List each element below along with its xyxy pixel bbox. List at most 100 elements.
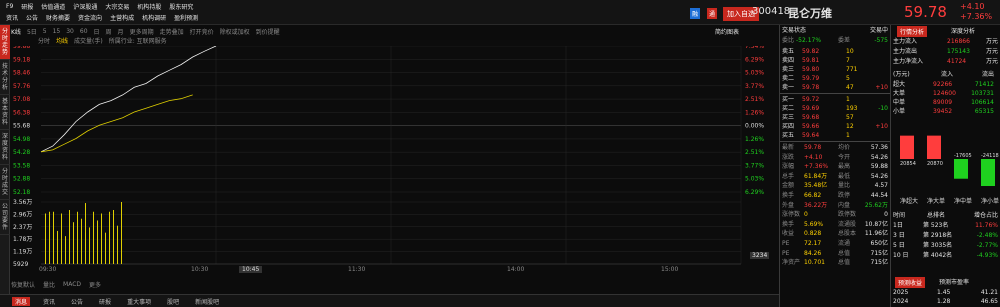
bottom-tab[interactable]: 公告 bbox=[68, 297, 86, 306]
indicator-tab[interactable]: 恢复默认 bbox=[11, 280, 35, 289]
price-tick: 59.88 bbox=[13, 46, 30, 50]
volume-bar bbox=[101, 213, 102, 264]
pct-tick: 0.00% bbox=[745, 123, 764, 130]
volume-bar bbox=[97, 220, 98, 264]
top-menu-item[interactable]: 机构调研 bbox=[142, 13, 166, 22]
webi-row: 委比 -52.17% 委差 -575 bbox=[782, 36, 888, 45]
buy-level: 买二 59.69 193 -10 bbox=[782, 104, 888, 113]
top-menu-item[interactable]: 盈利预测 bbox=[174, 13, 198, 22]
subtoolbar-item[interactable]: 分时 bbox=[38, 36, 50, 45]
top-bar: F9 研报 估值通道 沪深股通 大宗交易 机构持股 股东研究 资讯 公告 财务摘要 资金流向 主营构… bbox=[0, 0, 1000, 25]
flow-value: 175143 bbox=[947, 48, 970, 55]
year: 2024 bbox=[893, 298, 909, 305]
top-menu-item[interactable]: 机构持股 bbox=[137, 2, 161, 11]
toolbar-item[interactable]: 60 bbox=[80, 28, 88, 35]
top-menu-item[interactable]: 估值通道 bbox=[41, 2, 65, 11]
toolbar-item[interactable]: 15 bbox=[53, 28, 61, 35]
toolbar-item[interactable]: 更多周期 bbox=[130, 27, 154, 36]
margin-badge[interactable]: 融 bbox=[690, 8, 701, 19]
ratio: -2.77% bbox=[976, 242, 998, 249]
indicator-tab[interactable]: 量比 bbox=[43, 280, 55, 289]
tab-deep-analysis[interactable]: 深度分析 bbox=[951, 26, 975, 35]
net-flow-bar bbox=[981, 159, 995, 187]
toolbar-item[interactable]: 到价提醒 bbox=[256, 27, 280, 36]
bottom-tab[interactable]: 重大事项 bbox=[124, 297, 154, 306]
price: 59.80 bbox=[802, 66, 820, 73]
toolbar-item[interactable]: 5日 bbox=[27, 27, 37, 36]
stat-label: 总手 bbox=[782, 172, 795, 180]
stat-value: 25.62万 bbox=[864, 201, 888, 209]
intraday-chart[interactable]: 59.88 7.54% 59.18 6.29% 58.46 5.03% 57.76 3.77%… bbox=[11, 46, 776, 274]
top-menu-item[interactable]: 公告 bbox=[26, 13, 38, 22]
eps: 1.28 bbox=[937, 298, 951, 305]
indicator-tab[interactable]: 更多 bbox=[89, 280, 101, 289]
indicator-bar: 恢复默认 量比 MACD 更多 bbox=[11, 280, 101, 289]
toolbar-item[interactable]: 30 bbox=[66, 28, 74, 35]
bottom-tab[interactable]: 股吧 bbox=[164, 297, 182, 306]
toolbar-item[interactable]: 打开竞价 bbox=[190, 27, 214, 36]
time-tick: 09:30 bbox=[39, 266, 57, 273]
flow-row: 主力流入 216866 万元 bbox=[893, 37, 998, 46]
label: 卖四 bbox=[782, 57, 795, 64]
simple-chart-toggle[interactable]: 简约图表 bbox=[715, 27, 739, 36]
tab-market-analysis[interactable]: 行情分析 bbox=[897, 26, 928, 37]
rank: 第 2918名 bbox=[923, 232, 953, 239]
vol-tick: 2.96万 bbox=[13, 211, 32, 218]
bottom-tab[interactable]: 消息 bbox=[12, 296, 31, 306]
top-menu-item[interactable]: 大宗交易 bbox=[105, 2, 129, 11]
toolbar-item[interactable]: 除权或加权 bbox=[220, 27, 250, 36]
period: 1日 bbox=[893, 222, 903, 229]
trade-status: 交易中 bbox=[869, 27, 888, 34]
sidebar-tab[interactable]: 分时成交 bbox=[0, 165, 10, 200]
top-menu-item[interactable]: 股东研究 bbox=[169, 2, 193, 11]
indicator-tab[interactable]: MACD bbox=[63, 281, 81, 288]
toolbar-item[interactable]: 5 bbox=[43, 28, 47, 35]
sidebar-tab[interactable]: 分时走势 bbox=[0, 25, 10, 60]
pct-tick: 2.51% bbox=[745, 96, 764, 103]
toolbar-item[interactable]: 月 bbox=[118, 27, 124, 36]
stat-value: 84.26 bbox=[804, 249, 822, 257]
pct-tick: 3.77% bbox=[745, 162, 764, 169]
toolbar-item[interactable]: 周 bbox=[106, 27, 112, 36]
panel-title: 交易状态 bbox=[782, 27, 807, 34]
sidebar-tab[interactable]: 基本资料 bbox=[0, 95, 10, 130]
stat-label: PE bbox=[782, 249, 790, 257]
top-menu-item[interactable]: F9 bbox=[6, 3, 13, 10]
top-menu-item[interactable]: 资讯 bbox=[6, 13, 18, 22]
top-menu-item[interactable]: 研报 bbox=[21, 2, 33, 11]
volume-bar bbox=[81, 218, 82, 264]
pct-tick: 5.03% bbox=[745, 176, 764, 183]
volume-bar bbox=[77, 211, 78, 264]
connect-badge[interactable]: 通 bbox=[707, 8, 718, 19]
sidebar-tab[interactable]: 技术分析 bbox=[0, 60, 10, 95]
subtoolbar-item[interactable]: 成交量(手) bbox=[74, 36, 103, 45]
subtoolbar-item[interactable]: 所属行业: 互联网服务 bbox=[109, 36, 167, 45]
tab-forecast-eps[interactable]: 预测收益 bbox=[895, 277, 926, 288]
subtoolbar-item[interactable]: 均线 bbox=[56, 36, 68, 45]
toolbar-item[interactable]: 日 bbox=[94, 27, 100, 36]
forecast-row: 2025 1.45 41.21 bbox=[893, 288, 998, 297]
price-tick: 54.28 bbox=[13, 149, 30, 156]
bottom-tab[interactable]: 新闻股吧 bbox=[192, 297, 222, 306]
th: 时间 bbox=[893, 212, 906, 219]
bottom-tab[interactable]: 资讯 bbox=[40, 297, 58, 306]
sidebar-tab[interactable]: 公司要件 bbox=[0, 200, 10, 235]
top-menu-item[interactable]: 沪深股通 bbox=[73, 2, 97, 11]
top-menu-item[interactable]: 主营构成 bbox=[110, 13, 134, 22]
inflow: 92266 bbox=[933, 81, 953, 88]
tab-forecast-pe[interactable]: 预测市盈率 bbox=[939, 277, 969, 286]
top-menu-item[interactable]: 资金流向 bbox=[78, 13, 102, 22]
toolbar-item[interactable]: 走势叠加 bbox=[160, 27, 184, 36]
stat-value: 11.96亿 bbox=[864, 230, 888, 238]
divider bbox=[780, 93, 890, 94]
delta: +10 bbox=[875, 123, 888, 130]
rank-row: 1日 第 523名 11.76% bbox=[893, 221, 998, 230]
toolbar-item[interactable]: K线 bbox=[11, 27, 21, 36]
bottom-tab[interactable]: 研报 bbox=[96, 297, 114, 306]
row-label: 大单 bbox=[893, 90, 906, 97]
sidebar-tab[interactable]: 深度资料 bbox=[0, 130, 10, 165]
top-menu-item[interactable]: 财务摘要 bbox=[46, 13, 70, 22]
price: 59.78 bbox=[802, 84, 820, 91]
year: 2025 bbox=[893, 289, 909, 296]
avg-line bbox=[40, 94, 193, 153]
